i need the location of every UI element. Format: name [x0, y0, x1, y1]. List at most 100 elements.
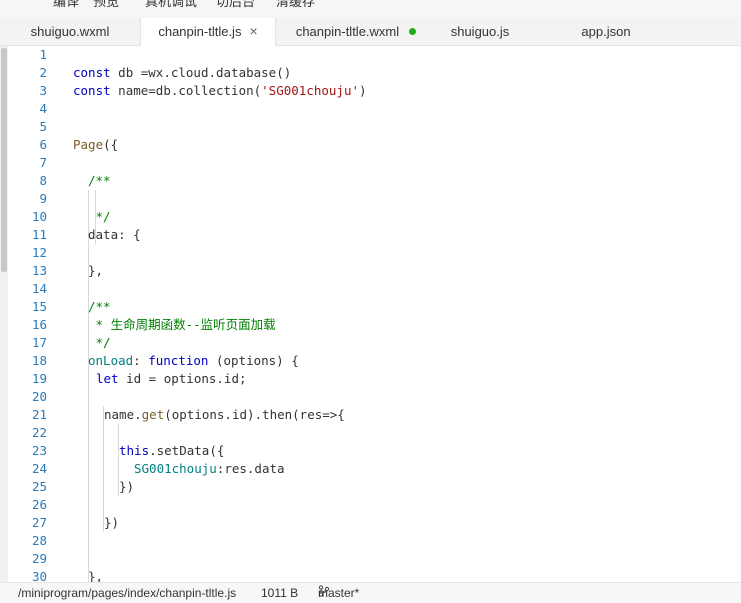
code-line: 28: [0, 532, 741, 550]
clear-cache-button[interactable]: 清缓存: [276, 0, 315, 10]
line-number: 11: [31, 227, 47, 242]
tab-label: chanpin-tltle.js: [158, 24, 242, 39]
tab-label: shuiguo.wxml: [30, 24, 110, 39]
line-number: 16: [31, 317, 47, 332]
unsaved-dot-icon: [409, 28, 417, 36]
code-line: 10 */: [0, 208, 741, 226]
code-text: data: {: [88, 227, 141, 242]
line-number: 7: [39, 155, 47, 170]
line-number: 14: [31, 281, 47, 296]
code-line: 21 name.get(options.id).then(res=>{: [0, 406, 741, 424]
code-text: onLoad: function (options) {: [88, 353, 299, 368]
code-text: */: [88, 209, 111, 224]
line-number: 9: [39, 191, 47, 206]
code-line: 4: [0, 100, 741, 118]
code-line: 9: [0, 190, 741, 208]
code-line: 7: [0, 154, 741, 172]
code-editor[interactable]: 1 2 const db =wx.cloud.database() 3 const …: [0, 46, 741, 582]
code-text: this.setData({: [119, 443, 225, 458]
preview-button[interactable]: 预览: [93, 0, 119, 10]
code-text: }): [119, 479, 135, 494]
line-number: 12: [31, 245, 47, 260]
line-number: 6: [39, 137, 47, 152]
code-line: 12: [0, 244, 741, 262]
line-number: 13: [31, 263, 47, 278]
line-number: 28: [31, 533, 47, 548]
code-text: /**: [88, 299, 111, 314]
toolbar: 编译 预览 真机调试 切后台 清缓存: [0, 0, 741, 18]
code-text: /**: [88, 173, 111, 188]
tab-shuiguo-js[interactable]: shuiguo.js: [436, 18, 524, 45]
compile-button[interactable]: 编译: [53, 0, 79, 10]
code-line: 1: [0, 46, 741, 64]
line-number: 21: [31, 407, 47, 422]
code-text: }): [104, 515, 120, 530]
code-line: 23 this.setData({: [0, 442, 741, 460]
tab-app-json[interactable]: app.json: [560, 18, 652, 45]
code-line: 3 const name=db.collection('SG001chouju'): [0, 82, 741, 100]
line-number: 19: [31, 371, 47, 386]
code-line: 13},: [0, 262, 741, 280]
code-line: 2 const db =wx.cloud.database(): [0, 64, 741, 82]
line-number: 29: [31, 551, 47, 566]
line-number: 1: [39, 47, 47, 62]
code-line: 29: [0, 550, 741, 568]
code-text: Page({: [73, 137, 119, 152]
code-line: 17 */: [0, 334, 741, 352]
code-line: 30},: [0, 568, 741, 582]
code-line: 22: [0, 424, 741, 442]
code-text: SG001chouju:res.data: [134, 461, 285, 476]
tab-shuiguo-wxml[interactable]: shuiguo.wxml: [0, 18, 140, 45]
code-line: 18 onLoad: function (options) {: [0, 352, 741, 370]
close-icon[interactable]: ×: [249, 23, 257, 39]
code-line: 26: [0, 496, 741, 514]
file-size: 1011 B: [261, 586, 299, 600]
status-bar: /miniprogram/pages/index/chanpin-tltle.j…: [0, 582, 741, 603]
code-text: let id = options.id;: [96, 371, 247, 386]
line-number: 24: [31, 461, 47, 476]
line-number: 25: [31, 479, 47, 494]
code-line: 25}): [0, 478, 741, 496]
remote-debug-button[interactable]: 真机调试: [145, 0, 197, 10]
code-text: const db =wx.cloud.database(): [73, 65, 292, 80]
line-number: 23: [31, 443, 47, 458]
code-line: 14: [0, 280, 741, 298]
line-number: 17: [31, 335, 47, 350]
line-number: 18: [31, 353, 47, 368]
line-number: 2: [39, 65, 47, 80]
code-text: const name=db.collection('SG001chouju'): [73, 83, 367, 98]
tab-chanpin-tltle-js[interactable]: chanpin-tltle.js ×: [140, 18, 276, 46]
code-line: 20: [0, 388, 741, 406]
code-line: 11 data: {: [0, 226, 741, 244]
line-number: 8: [39, 173, 47, 188]
code-line: 15 /**: [0, 298, 741, 316]
switch-background-button[interactable]: 切后台: [216, 0, 255, 10]
line-number: 27: [31, 515, 47, 530]
code-text: },: [88, 569, 104, 582]
code-text: * 生命周期函数--监听页面加载: [88, 317, 276, 332]
line-number: 10: [31, 209, 47, 224]
code-line: 6 Page({: [0, 136, 741, 154]
line-number: 30: [31, 569, 47, 582]
tab-label: chanpin-tltle.wxml: [295, 24, 400, 39]
tab-chanpin-tltle-wxml[interactable]: chanpin-tltle.wxml: [276, 18, 436, 45]
editor-tab-bar: shuiguo.wxml chanpin-tltle.js × chanpin-t…: [0, 18, 741, 46]
line-number: 26: [31, 497, 47, 512]
branch-name: master*: [318, 586, 360, 600]
code-text: */: [88, 335, 111, 350]
line-number: 22: [31, 425, 47, 440]
code-line: 5: [0, 118, 741, 136]
line-number: 4: [39, 101, 47, 116]
tab-label: app.json: [581, 24, 631, 39]
line-number: 5: [39, 119, 47, 134]
code-line: 24 SG001chouju:res.data: [0, 460, 741, 478]
code-line: 16 * 生命周期函数--监听页面加载: [0, 316, 741, 334]
file-path: /miniprogram/pages/index/chanpin-tltle.j…: [18, 586, 237, 600]
line-number: 15: [31, 299, 47, 314]
line-number: 20: [31, 389, 47, 404]
code-line: 27}): [0, 514, 741, 532]
code-text: name.get(options.id).then(res=>{: [104, 407, 345, 422]
tab-label: shuiguo.js: [450, 24, 510, 39]
code-line: 8 /**: [0, 172, 741, 190]
code-line: 19 let id = options.id;: [0, 370, 741, 388]
